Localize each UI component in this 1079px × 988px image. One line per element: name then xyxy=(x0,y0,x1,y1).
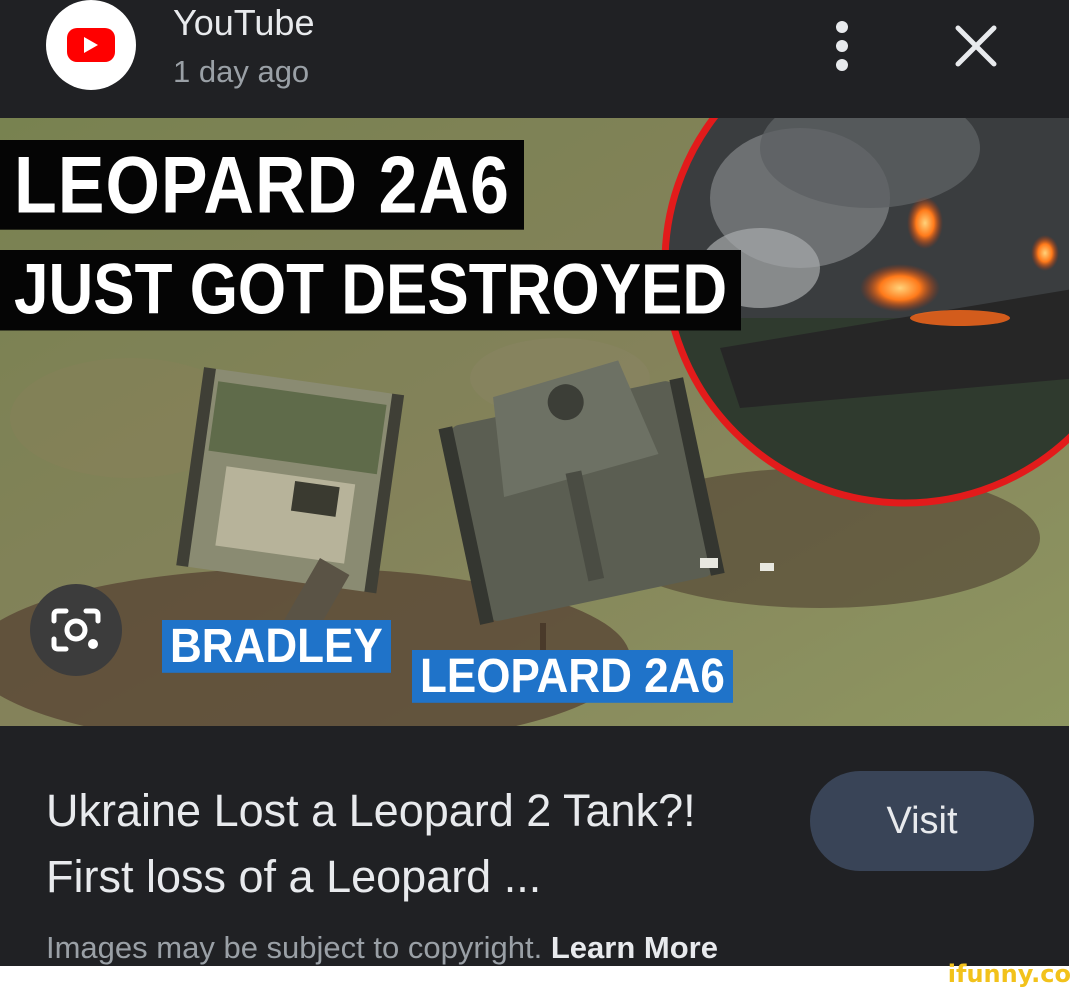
more-vertical-icon xyxy=(836,21,848,71)
google-lens-button[interactable] xyxy=(30,584,122,676)
google-lens-icon xyxy=(51,608,101,652)
close-button[interactable] xyxy=(950,20,1002,72)
result-title[interactable]: Ukraine Lost a Leopard 2 Tank?! First lo… xyxy=(46,778,786,910)
close-icon xyxy=(955,25,997,67)
bottom-strip xyxy=(0,966,1079,988)
visit-button[interactable]: Visit xyxy=(810,771,1034,871)
copyright-notice: Images may be subject to copyright. Lear… xyxy=(46,930,718,966)
more-options-button[interactable] xyxy=(824,20,860,72)
learn-more-link[interactable]: Learn More xyxy=(551,930,718,965)
source-avatar[interactable] xyxy=(46,0,136,90)
source-name[interactable]: YouTube xyxy=(173,2,314,44)
youtube-play-icon xyxy=(67,28,115,62)
source-header: YouTube 1 day ago xyxy=(0,0,1079,118)
right-edge xyxy=(1069,0,1079,988)
result-image[interactable]: LEOPARD 2A6 JUST GOT DESTROYED BRADLEY L… xyxy=(0,118,1079,726)
ifunny-watermark: ifunny.co xyxy=(947,960,1071,988)
label-bradley: BRADLEY xyxy=(162,620,391,673)
caption-line-1: LEOPARD 2A6 xyxy=(0,140,524,230)
copyright-text: Images may be subject to copyright. xyxy=(46,930,543,965)
caption-line-2: JUST GOT DESTROYED xyxy=(0,250,742,331)
source-time: 1 day ago xyxy=(173,54,310,89)
label-leopard: LEOPARD 2A6 xyxy=(412,650,733,703)
